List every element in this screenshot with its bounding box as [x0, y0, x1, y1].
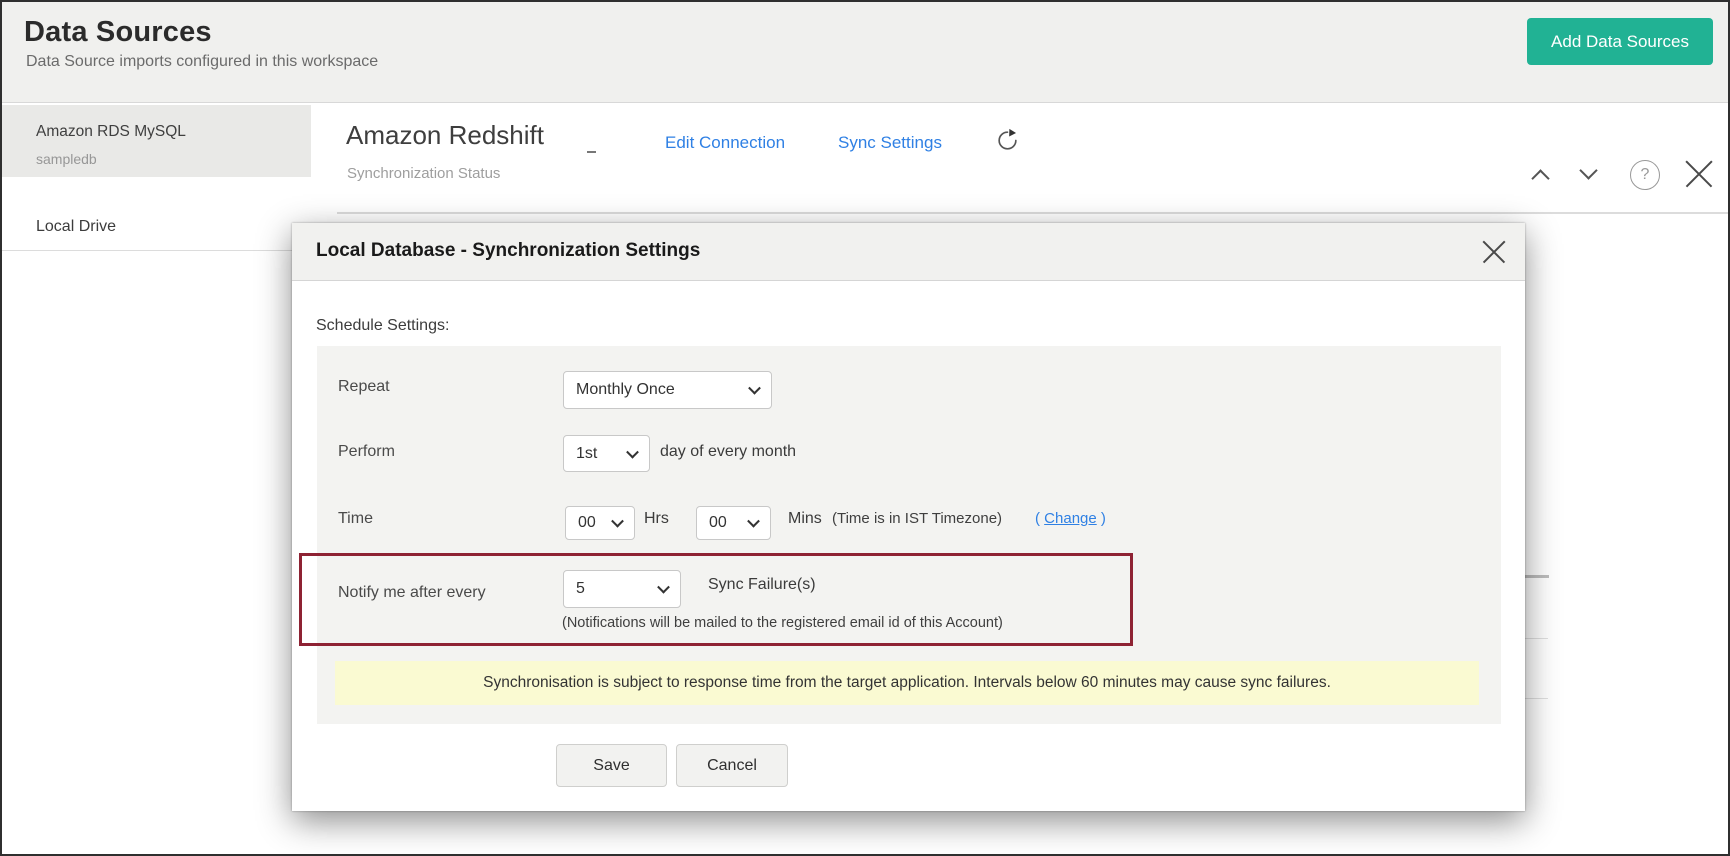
background-table-line [1523, 698, 1548, 699]
sidebar-item-amazon-rds-mysql[interactable]: Amazon RDS MySQL sampledb [2, 105, 311, 177]
text-cursor [587, 151, 596, 153]
perform-label: Perform [338, 443, 395, 461]
app-window: Data Sources Data Source imports configu… [0, 0, 1730, 856]
sync-settings-dialog: Local Database - Synchronization Setting… [292, 223, 1525, 811]
sync-settings-link[interactable]: Sync Settings [838, 133, 942, 153]
chevron-down-icon [657, 581, 670, 594]
cancel-button[interactable]: Cancel [676, 744, 788, 787]
chevron-down-icon[interactable] [1582, 164, 1604, 182]
time-label: Time [338, 510, 373, 528]
page-header: Data Sources Data Source imports configu… [2, 2, 1728, 103]
perform-suffix-text: day of every month [660, 443, 796, 461]
chevron-down-icon [748, 382, 761, 395]
dialog-close-icon[interactable] [1481, 239, 1507, 265]
chevron-up-icon[interactable] [1534, 168, 1556, 186]
datasource-heading: Amazon Redshift [346, 120, 544, 151]
change-link-text: Change [1044, 510, 1097, 527]
minutes-select-value: 00 [709, 514, 727, 532]
save-button[interactable]: Save [556, 744, 667, 787]
perform-day-select-value: 1st [576, 445, 597, 463]
help-icon[interactable]: ? [1630, 160, 1660, 190]
notification-note: (Notifications will be mailed to the reg… [562, 615, 1003, 631]
table-divider [337, 212, 1728, 214]
repeat-select[interactable]: Monthly Once [563, 371, 772, 409]
hours-select-value: 00 [578, 514, 596, 532]
minutes-select[interactable]: 00 [696, 506, 771, 540]
timezone-note: (Time is in IST Timezone) [832, 510, 1002, 527]
page-title: Data Sources [24, 16, 212, 49]
sidebar-item-label: Local Drive [36, 218, 116, 236]
sync-warning-band: Synchronisation is subject to response t… [335, 661, 1479, 705]
minutes-unit-label: Mins [788, 510, 822, 528]
chevron-down-icon [611, 515, 624, 528]
notify-label: Notify me after every [338, 584, 486, 602]
dialog-title: Local Database - Synchronization Setting… [316, 240, 700, 262]
sidebar-divider [2, 250, 311, 251]
schedule-form-panel: Repeat Monthly Once Perform 1st day of e… [317, 346, 1501, 724]
page-subtitle: Data Source imports configured in this w… [26, 53, 378, 71]
edit-connection-link[interactable]: Edit Connection [665, 133, 785, 153]
change-link-paren: ( [1035, 510, 1044, 527]
dialog-header: Local Database - Synchronization Setting… [292, 223, 1525, 281]
refresh-icon[interactable] [995, 128, 1020, 153]
background-table-line [1523, 638, 1548, 639]
datasource-sidebar: Amazon RDS MySQL sampledb Local Drive [2, 104, 311, 856]
chevron-down-icon [626, 445, 639, 458]
background-table-line [1523, 575, 1549, 578]
sidebar-item-label: Amazon RDS MySQL [36, 123, 186, 141]
hours-unit-label: Hrs [644, 510, 669, 528]
sync-failures-select[interactable]: 5 [563, 570, 681, 608]
close-panel-icon[interactable] [1683, 158, 1715, 190]
sync-failures-select-value: 5 [576, 580, 585, 598]
sync-failures-suffix: Sync Failure(s) [708, 576, 816, 594]
synchronization-status-label: Synchronization Status [347, 165, 500, 182]
chevron-down-icon [747, 515, 760, 528]
repeat-label: Repeat [338, 378, 390, 396]
schedule-settings-label: Schedule Settings: [316, 317, 449, 335]
repeat-select-value: Monthly Once [576, 381, 675, 399]
add-data-sources-button[interactable]: Add Data Sources [1527, 18, 1713, 65]
sidebar-item-local-drive[interactable]: Local Drive [2, 178, 311, 248]
perform-day-select[interactable]: 1st [563, 435, 650, 472]
sidebar-item-sublabel: sampledb [36, 151, 97, 167]
change-link-paren: ) [1097, 510, 1106, 527]
hours-select[interactable]: 00 [565, 506, 635, 540]
change-timezone-link[interactable]: ( Change ) [1035, 510, 1106, 527]
sync-warning-text: Synchronisation is subject to response t… [483, 674, 1331, 692]
